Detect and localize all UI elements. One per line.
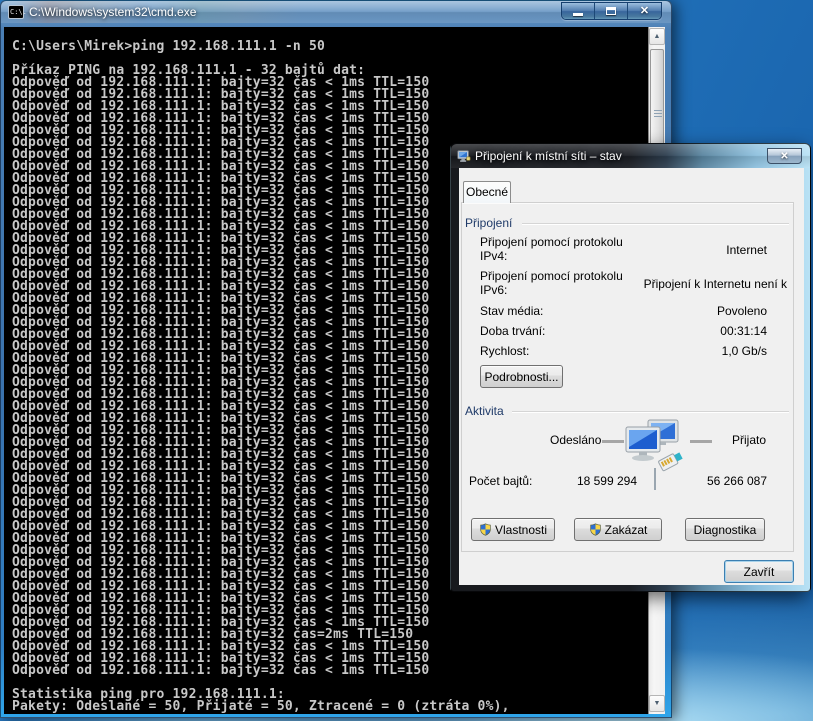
uac-shield-icon [589, 523, 602, 536]
dialog-close-button[interactable]: ✕ [767, 148, 802, 164]
network-computers-icon [624, 415, 686, 473]
disable-button[interactable]: Zakázat [574, 518, 662, 541]
activity-group-line [512, 411, 789, 412]
speed-label: Rychlost: [480, 344, 529, 358]
cmd-window-title: C:\Windows\system32\cmd.exe [29, 5, 196, 19]
media-state-value: Povoleno [717, 304, 767, 318]
duration-value: 00:31:14 [720, 324, 767, 338]
ipv6-value: Připojení k Internetu není k [644, 277, 787, 291]
cmd-window-controls: ✕ [561, 2, 662, 20]
cmd-titlebar[interactable]: C:\. C:\Windows\system32\cmd.exe ✕ [1, 1, 671, 23]
sent-label: Odesláno [550, 433, 601, 447]
connection-group-line [522, 223, 789, 224]
maximize-button[interactable] [595, 3, 628, 20]
bytes-received-value: 56 266 087 [707, 474, 767, 488]
byte-count-label: Počet bajtů: [469, 474, 532, 488]
scroll-down-arrow-icon[interactable]: ▼ [649, 695, 665, 712]
ipv6-label: Připojení pomocí protokolu IPv6: [480, 269, 640, 297]
ipv4-label: Připojení pomocí protokolu IPv4: [480, 235, 640, 263]
media-state-label: Stav média: [480, 304, 543, 318]
bytes-divider [654, 468, 656, 490]
details-button[interactable]: Podrobnosti... [480, 365, 563, 388]
close-dialog-button-label: Zavřít [744, 565, 775, 579]
tab-obecne[interactable]: Obecné [463, 181, 511, 203]
diagnostics-button[interactable]: Diagnostika [685, 518, 765, 541]
uac-shield-icon [479, 523, 492, 536]
network-connection-icon [457, 149, 471, 163]
network-status-dialog: Připojení k místní síti – stav ✕ Obecné … [450, 143, 811, 592]
dialog-body: Obecné Připojení Připojení pomocí protok… [459, 168, 804, 585]
scroll-up-arrow-icon[interactable]: ▲ [649, 28, 665, 45]
ipv4-value: Internet [726, 243, 767, 257]
bytes-sent-value: 18 599 294 [577, 474, 637, 488]
received-dash [690, 440, 712, 443]
sent-dash [602, 440, 624, 443]
minimize-button[interactable] [562, 3, 595, 20]
disable-button-label: Zakázat [605, 523, 648, 537]
dialog-titlebar[interactable]: Připojení k místní síti – stav ✕ [451, 144, 810, 168]
duration-label: Doba trvání: [480, 324, 545, 338]
properties-button[interactable]: Vlastnosti [471, 518, 555, 541]
diagnostics-button-label: Diagnostika [694, 523, 757, 537]
close-dialog-button[interactable]: Zavřít [724, 560, 794, 583]
minimize-icon [573, 13, 583, 16]
properties-button-label: Vlastnosti [495, 523, 547, 537]
received-label: Přijato [732, 433, 766, 447]
close-button[interactable]: ✕ [628, 3, 661, 20]
dialog-title: Připojení k místní síti – stav [475, 149, 622, 163]
speed-value: 1,0 Gb/s [722, 344, 767, 358]
scrollbar-grip-icon [654, 110, 662, 117]
maximize-icon [606, 7, 616, 15]
connection-group-caption: Připojení [465, 216, 512, 230]
close-icon: ✕ [628, 4, 661, 17]
cmd-icon: C:\. [8, 5, 24, 19]
tab-page-general: Připojení Připojení pomocí protokolu IPv… [461, 202, 794, 552]
activity-group-caption: Aktivita [465, 404, 504, 418]
details-button-label: Podrobnosti... [484, 370, 558, 384]
